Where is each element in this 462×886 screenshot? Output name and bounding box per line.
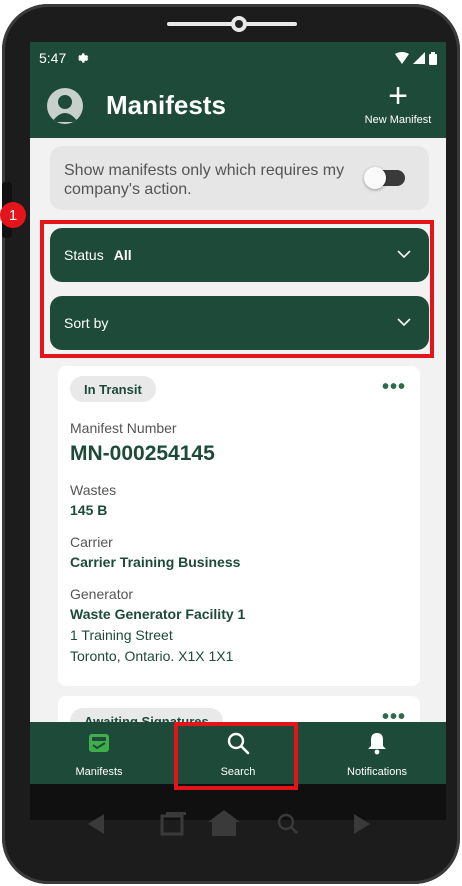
action-filter-toggle[interactable] <box>364 167 405 189</box>
highlight-box-filters <box>40 220 434 358</box>
manifest-number: MN-000254145 <box>70 442 215 465</box>
wastes-label: Wastes <box>70 482 117 498</box>
carrier-value: Carrier Training Business <box>70 554 241 570</box>
status-icons <box>395 51 437 65</box>
signal-icon <box>413 52 425 64</box>
generator-name: Waste Generator Facility 1 <box>70 606 246 622</box>
manifests-icon <box>89 734 109 752</box>
avatar[interactable] <box>47 88 83 124</box>
new-manifest-label: New Manifest <box>364 114 432 126</box>
plus-icon: + <box>388 77 408 115</box>
more-options-icon[interactable]: ••• <box>382 376 406 399</box>
recents-icon <box>160 812 186 836</box>
back-icon <box>88 814 104 834</box>
android-navigation-bar <box>88 810 370 836</box>
step-number-badge: 1 <box>0 202 26 228</box>
status-badge: In Transit <box>70 376 156 402</box>
app-bar: 5:47 Manifests + New Manifest <box>30 42 446 138</box>
nav-manifests[interactable]: Manifests <box>30 722 168 784</box>
manifest-card[interactable]: In Transit ••• Manifest Number MN-000254… <box>58 366 420 686</box>
nav-notifications-label: Notifications <box>347 766 407 778</box>
search-icon <box>277 813 298 834</box>
forward-icon <box>354 814 370 834</box>
user-avatar-icon <box>52 95 78 122</box>
action-filter-text: Show manifests only which requires my co… <box>64 162 345 198</box>
title-row: Manifests + New Manifest <box>30 78 446 134</box>
status-bar: 5:47 <box>30 42 446 74</box>
generator-city: Toronto, Ontario. X1X 1X1 <box>70 648 234 664</box>
nav-manifests-label: Manifests <box>75 766 123 778</box>
nav-notifications[interactable]: Notifications <box>308 722 446 784</box>
toggle-knob <box>364 167 386 189</box>
page-title: Manifests <box>106 90 226 120</box>
new-manifest-button[interactable]: + New Manifest <box>354 78 442 126</box>
status-time: 5:47 <box>39 50 67 66</box>
wifi-icon <box>395 52 409 64</box>
generator-street: 1 Training Street <box>70 627 173 643</box>
action-filter-card: Show manifests only which requires my co… <box>50 146 429 210</box>
manifest-number-label: Manifest Number <box>70 420 177 436</box>
wastes-value: 145 B <box>70 502 108 518</box>
home-icon <box>208 810 240 836</box>
carrier-label: Carrier <box>70 534 113 550</box>
generator-label: Generator <box>70 586 134 602</box>
app-screen: 5:47 Manifests + New Manifest Show manif… <box>30 42 446 784</box>
battery-icon <box>429 51 437 65</box>
bell-icon <box>368 733 386 755</box>
settings-gear-icon <box>78 53 89 63</box>
phone-camera <box>231 16 247 32</box>
highlight-box-search <box>174 722 298 790</box>
